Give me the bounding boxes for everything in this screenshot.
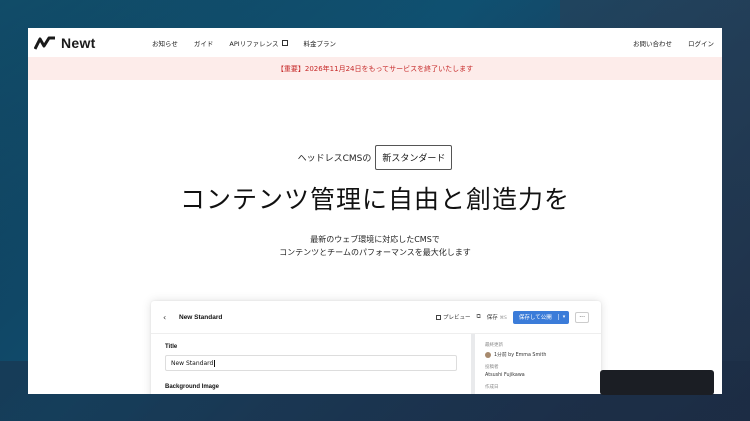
more-options-button[interactable]: ··· [575, 311, 589, 323]
save-label: 保存 [486, 315, 498, 321]
browser-window: Newt お知らせ ガイド APIリファレンス 料金プラン お問い合わせ ログイ… [28, 28, 722, 394]
main-nav: お知らせ ガイド APIリファレンス 料金プラン [152, 38, 336, 48]
updated-key: 最終更新 [485, 343, 503, 348]
editor-fields: Title New Standard Background Image [151, 334, 471, 394]
hero-headline: コンテンツ管理に自由と創造力を [179, 185, 570, 214]
avatar [485, 351, 491, 358]
external-link-icon [281, 39, 288, 46]
logo[interactable]: Newt [34, 35, 152, 51]
hero-description: 最新のウェブ環境に対応したCMSで コンテンツとチームのパフォーマンスを最大化し… [28, 233, 722, 259]
editor-toolbar: ‹ New Standard プレビュー ⧉ 保存 ⌘S 保存して公開 ▾ ··… [151, 301, 601, 334]
tagline: ヘッドレスCMSの 新スタンダード [28, 145, 722, 170]
newt-logo-icon [34, 36, 55, 50]
nav-api-reference[interactable]: APIリファレンス [229, 38, 288, 48]
header-actions: お問い合わせ ログイン [633, 38, 714, 48]
site-header: Newt お知らせ ガイド APIリファレンス 料金プラン お問い合わせ ログイ… [28, 28, 722, 57]
back-icon[interactable]: ‹ [163, 313, 179, 322]
editor-title: New Standard [179, 313, 223, 321]
brand-name: Newt [61, 34, 96, 51]
nav-api-label: APIリファレンス [229, 39, 279, 48]
publish-button[interactable]: 保存して公開 ▾ [512, 310, 570, 324]
hero-desc-line2: コンテンツとチームのパフォーマンスを最大化します [279, 248, 471, 257]
contact-link[interactable]: お問い合わせ [633, 38, 672, 48]
chevron-down-icon[interactable]: ▾ [557, 314, 570, 320]
save-shortcut: ⌘S [499, 316, 507, 321]
editor-preview: ‹ New Standard プレビュー ⧉ 保存 ⌘S 保存して公開 ▾ ··… [151, 301, 601, 394]
announcement-text: 【重要】2026年11月24日をもってサービスを終了いたします [276, 64, 474, 73]
copy-icon[interactable]: ⧉ [476, 313, 480, 321]
login-link[interactable]: ログイン [688, 38, 714, 48]
title-field-value: New Standard [171, 359, 214, 367]
preview-button[interactable]: プレビュー [435, 313, 471, 321]
author-key: 投稿者 [485, 365, 499, 370]
tagline-badge: 新スタンダード [375, 145, 453, 170]
author-value: Atsushi Fujikawa [485, 373, 525, 378]
nav-news[interactable]: お知らせ [152, 38, 178, 48]
preview-icon [435, 314, 441, 320]
save-button[interactable]: 保存 ⌘S [487, 313, 507, 321]
nav-guide[interactable]: ガイド [194, 38, 214, 48]
hero-section: ヘッドレスCMSの 新スタンダード コンテンツ管理に自由と創造力を 最新のウェブ… [28, 145, 722, 259]
updated-value: 1分前 by Emma Smith [485, 351, 591, 358]
hero-desc-line1: 最新のウェブ環境に対応したCMSで [310, 235, 440, 244]
background-image-label: Background Image [165, 384, 220, 390]
preview-label: プレビュー [442, 315, 471, 321]
chat-widget[interactable] [600, 370, 714, 395]
updated-text: 1分前 by Emma Smith [494, 353, 547, 358]
title-field-label: Title [165, 344, 178, 350]
text-cursor [213, 359, 215, 367]
editor-body: Title New Standard Background Image 最終更新… [151, 334, 601, 394]
announcement-banner[interactable]: 【重要】2026年11月24日をもってサービスを終了いたします [28, 57, 722, 80]
editor-sidebar: 最終更新 1分前 by Emma Smith 投稿者 Atsushi Fujik… [471, 334, 601, 394]
publish-label: 保存して公開 [518, 315, 552, 321]
tagline-prefix: ヘッドレスCMSの [297, 154, 372, 164]
nav-pricing[interactable]: 料金プラン [304, 38, 337, 48]
created-key: 作成日 [485, 385, 499, 390]
title-field[interactable]: New Standard [165, 355, 457, 371]
editor-actions: プレビュー ⧉ 保存 ⌘S 保存して公開 ▾ ··· [435, 310, 589, 324]
